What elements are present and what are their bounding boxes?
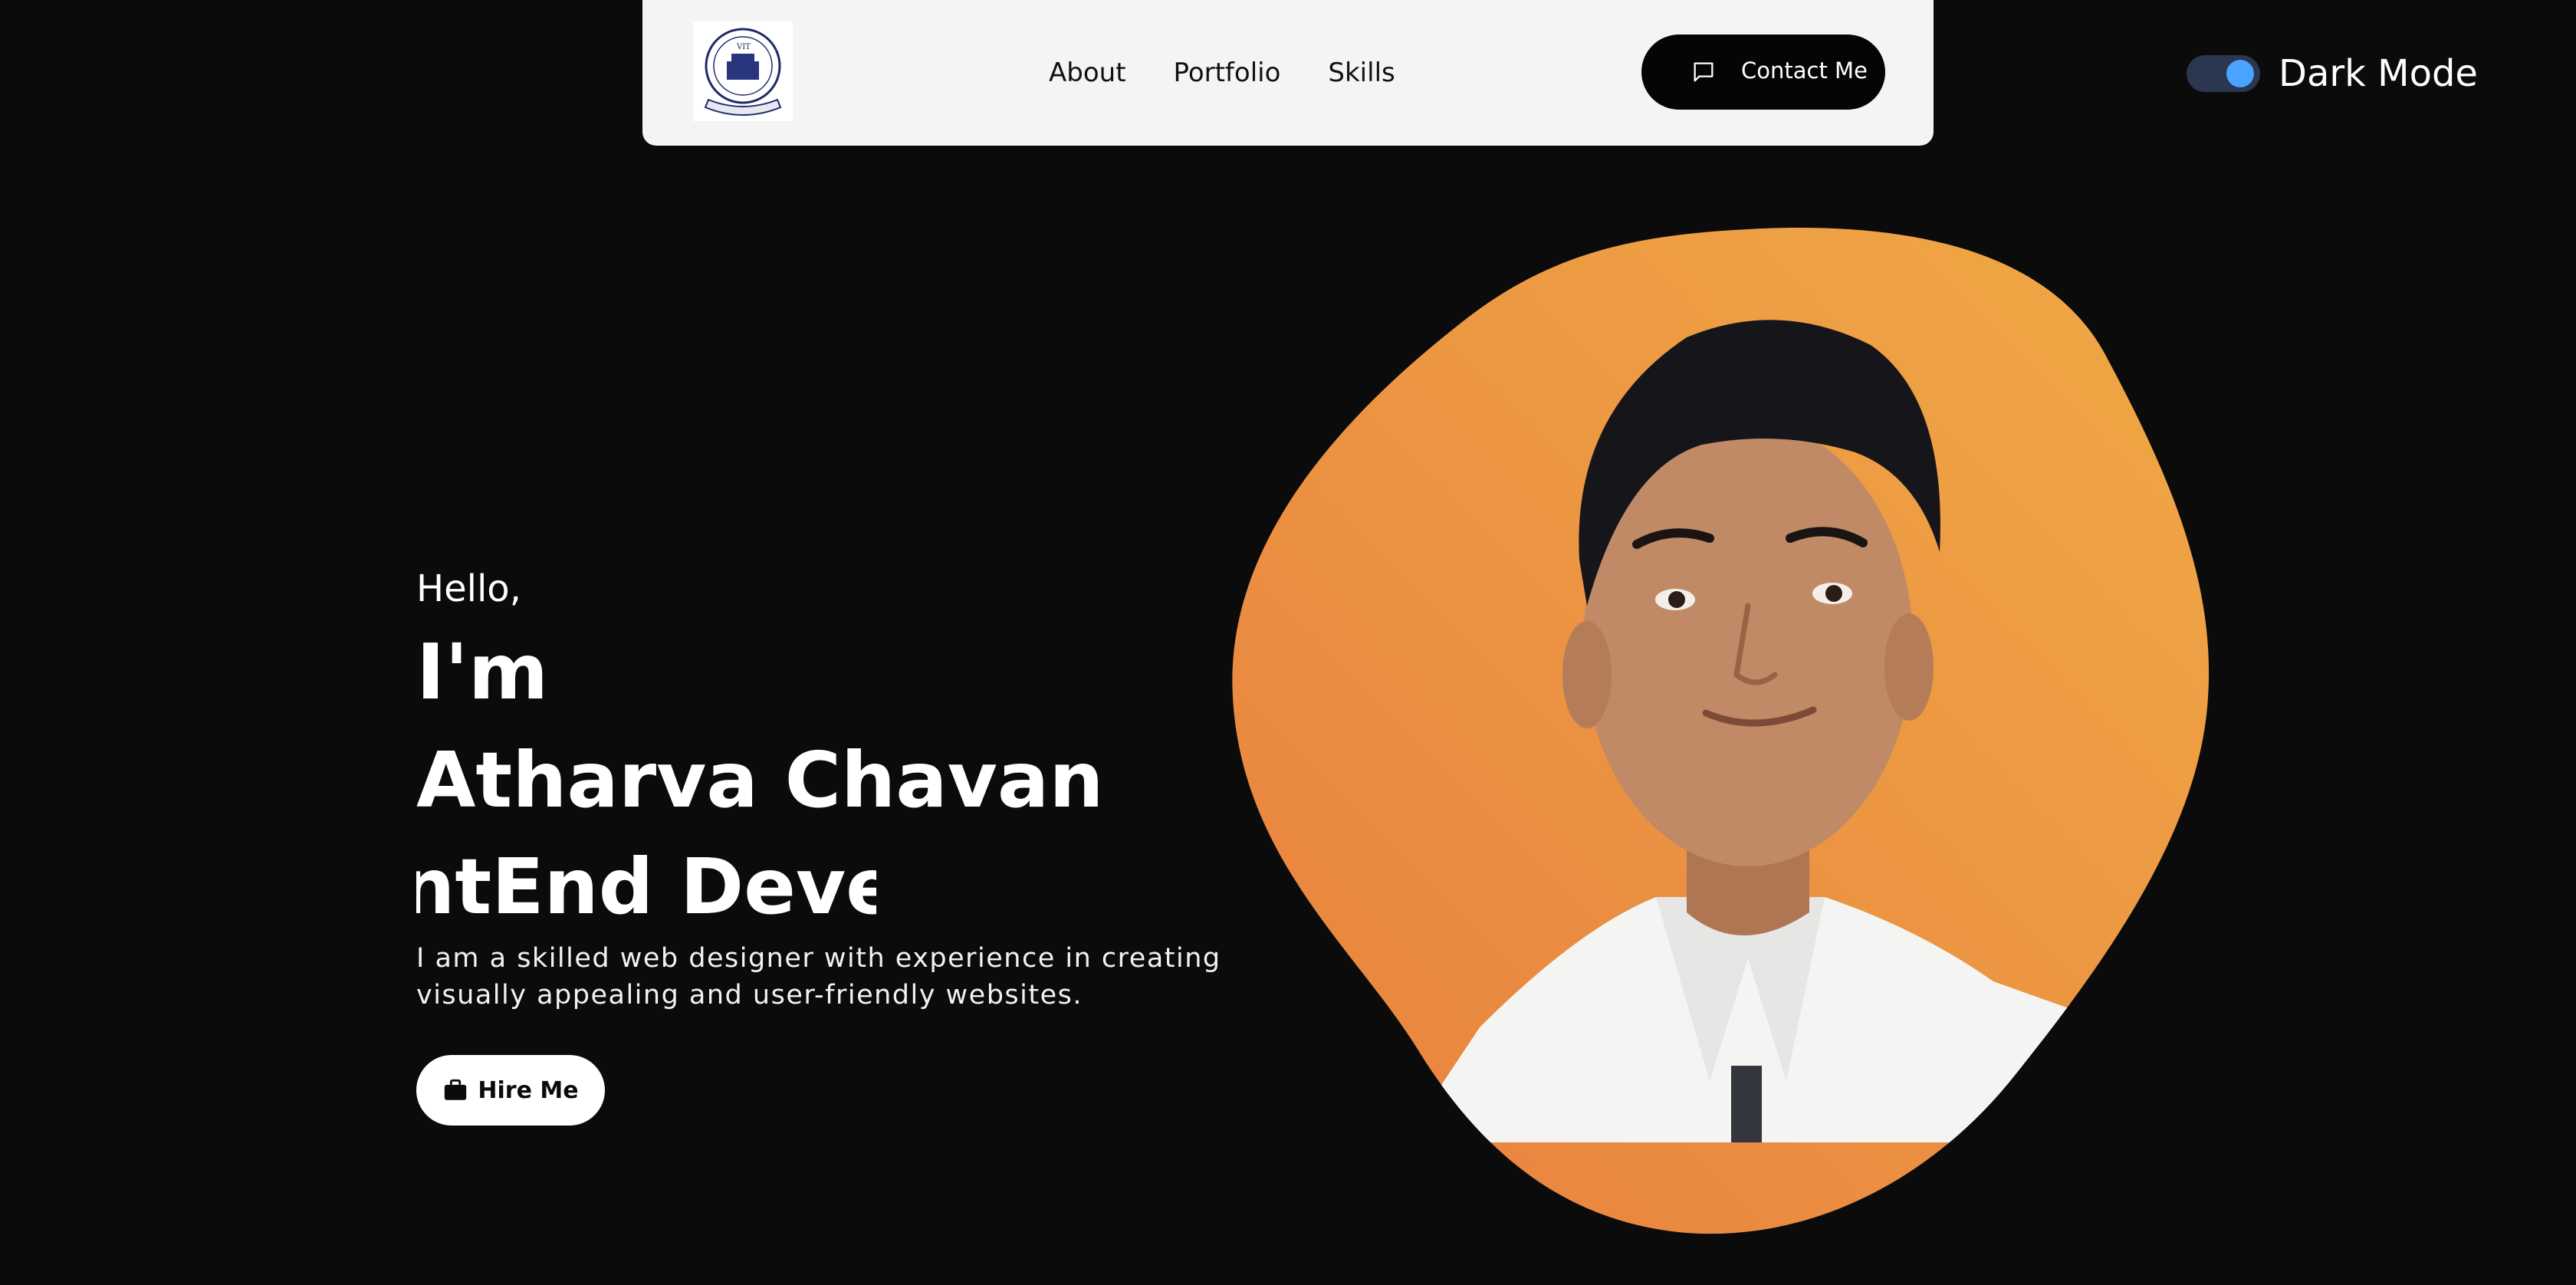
greeting: Hello, <box>416 567 521 610</box>
nav-link-about[interactable]: About <box>1049 58 1126 88</box>
nav-link-skills[interactable]: Skills <box>1328 58 1395 88</box>
nav-link-portfolio[interactable]: Portfolio <box>1174 58 1281 88</box>
navbar: VIT About Portfolio Skills Contact Me <box>642 0 1934 146</box>
toggle-knob <box>2226 60 2254 87</box>
name-heading: Atharva Chavan <box>416 735 1104 825</box>
profile-blob <box>1232 228 2210 1234</box>
role-text: FrntEnd Devel <box>416 842 876 932</box>
toggle-switch[interactable] <box>2187 55 2260 92</box>
profile-photo <box>1227 222 2223 1234</box>
hire-me-button[interactable]: Hire Me <box>416 1055 605 1126</box>
svg-text:VIT: VIT <box>736 43 751 51</box>
hero-text: Hello, I'm Atharva Chavan FrntEnd Devel … <box>416 567 1321 1126</box>
hire-me-label: Hire Me <box>478 1076 579 1104</box>
vit-logo-icon: VIT <box>704 28 782 116</box>
briefcase-icon <box>442 1077 468 1103</box>
nav-links: About Portfolio Skills <box>1049 54 1395 92</box>
role-typewriter: FrntEnd Devel <box>416 837 876 937</box>
page: VIT About Portfolio Skills Contact Me Da… <box>0 0 2576 1285</box>
im-heading: I'm <box>416 627 549 717</box>
chat-icon <box>1691 59 1717 85</box>
contact-me-label: Contact Me <box>1741 58 1868 84</box>
dark-mode-toggle[interactable]: Dark Mode <box>2187 52 2478 95</box>
dark-mode-label: Dark Mode <box>2279 52 2478 95</box>
vit-logo[interactable]: VIT <box>693 21 793 121</box>
intro-paragraph: I am a skilled web designer with experie… <box>416 943 1221 1011</box>
contact-me-button[interactable]: Contact Me <box>1641 35 1885 110</box>
